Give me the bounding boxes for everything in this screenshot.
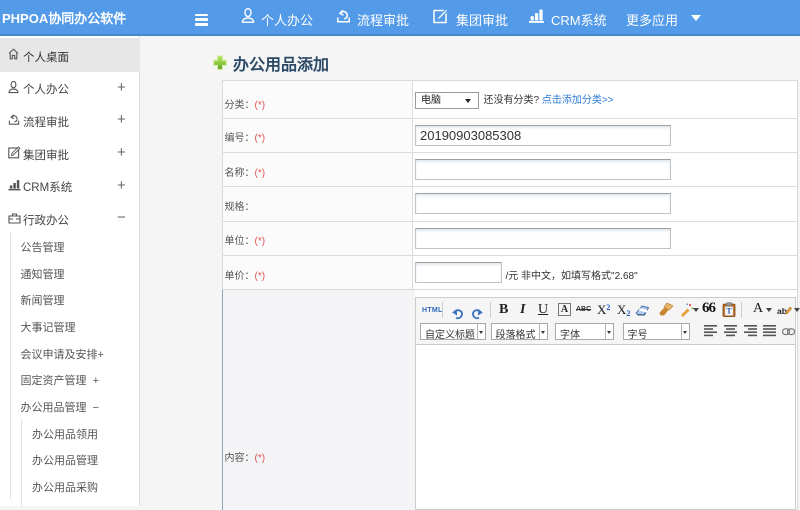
svg-text:T: T <box>726 307 732 316</box>
